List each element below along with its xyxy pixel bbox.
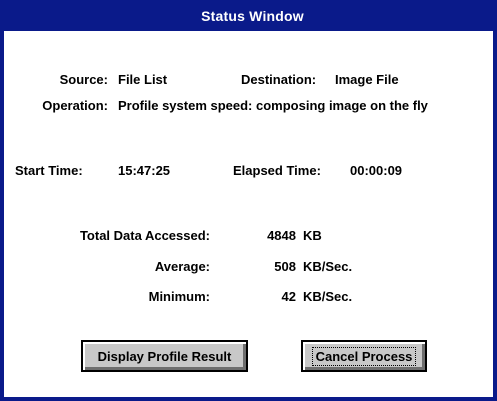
elapsed-time-label: Elapsed Time: (233, 163, 321, 178)
elapsed-time-value: 00:00:09 (350, 163, 403, 178)
source-value: File List (118, 72, 168, 87)
destination-value: Image File (335, 72, 399, 87)
total-data-unit: KB (303, 228, 322, 243)
minimum-value: 42 (281, 289, 296, 304)
average-unit: KB/Sec. (303, 259, 353, 274)
average-value: 508 (274, 259, 296, 274)
minimum-unit: KB/Sec. (303, 289, 353, 304)
destination-label: Destination: (241, 72, 317, 87)
window-title-bar[interactable]: Status Window (4, 0, 497, 31)
total-data-value: 4848 (267, 228, 296, 243)
source-label: Source: (59, 72, 108, 87)
status-window: Status Window Source: File List Destinat… (0, 0, 497, 401)
start-time-label: Start Time: (15, 163, 83, 178)
cancel-process-button[interactable]: Cancel Process (301, 340, 427, 372)
average-label: Average: (154, 259, 210, 274)
display-profile-result-button[interactable]: Display Profile Result (81, 340, 248, 372)
window-title: Status Window (201, 7, 304, 24)
start-time-value: 15:47:25 (118, 163, 171, 178)
total-data-label: Total Data Accessed: (79, 228, 210, 243)
minimum-label: Minimum: (148, 289, 210, 304)
display-profile-result-label: Display Profile Result (97, 348, 232, 364)
operation-value: Profile system speed: composing image on… (118, 98, 428, 113)
cancel-process-label: Cancel Process (311, 346, 417, 366)
operation-label: Operation: (42, 98, 108, 113)
